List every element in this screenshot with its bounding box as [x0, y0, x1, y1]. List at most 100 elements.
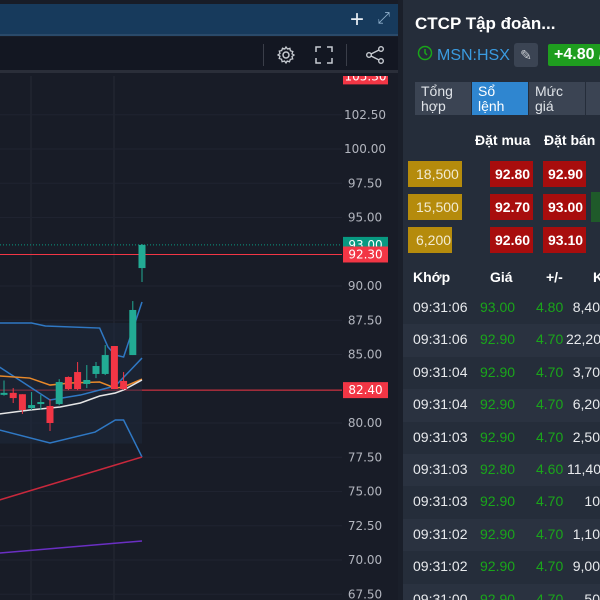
tab-tong-hop[interactable]: Tổng hợp [415, 82, 471, 115]
trade-row: 09:31:03 92.90 4.70 10 [403, 486, 600, 518]
trade-price: 92.90 [480, 428, 516, 445]
price-tick-label: 80.00 [348, 416, 382, 430]
candle-body [9, 392, 17, 399]
trade-time: 09:31:03 [413, 428, 468, 445]
toolbar-divider [263, 44, 264, 66]
trade-change: 4.70 [536, 428, 564, 445]
trade-row: 09:31:06 92.90 4.70 22,20 [403, 324, 600, 357]
pencil-icon: ✎ [520, 46, 532, 63]
candlestick-chart[interactable]: 102.50 100.00 97.50 95.00 90.00 87.50 85.00 80.… [0, 76, 398, 600]
bid-quantity: 6,200 [408, 227, 452, 253]
trade-time: 09:31:04 [413, 363, 468, 380]
trade-change: 4.70 [536, 363, 564, 380]
trade-time: 09:31:04 [413, 396, 468, 413]
col-time: Khớp [413, 269, 451, 285]
tab-muc-gia[interactable]: Mức giá [529, 82, 585, 115]
edit-button[interactable]: ✎ [514, 43, 538, 67]
candle-body [18, 394, 26, 410]
trade-time: 09:31:06 [413, 299, 468, 315]
candle-body [120, 380, 128, 390]
ask-price: 93.00 [543, 194, 586, 220]
trade-time: 09:31:02 [413, 525, 468, 542]
bid-header: Đặt mua [475, 132, 531, 148]
trade-change: 4.80 [536, 299, 564, 315]
tab-more[interactable] [586, 82, 600, 115]
trade-volume: 11,40 [567, 461, 600, 477]
ask-price: 93.10 [543, 227, 586, 253]
symbol-row: MSN:HSX [417, 45, 510, 66]
price-tick-label: 100.00 [344, 142, 386, 156]
candle-body [64, 376, 72, 390]
trade-row: 09:31:03 92.90 4.70 2,50 [403, 422, 600, 454]
trade-time: 09:31:00 [413, 590, 468, 600]
trade-volume: 9,00 [572, 558, 600, 575]
price-label: 92.30 [348, 247, 382, 261]
symbol-label[interactable]: MSN:HSX [437, 47, 510, 65]
price-tick-label: 67.50 [348, 587, 382, 600]
col-price: Giá [490, 269, 513, 285]
candle-body [138, 244, 146, 269]
bid-price: 92.80 [490, 161, 533, 187]
candle-body [55, 382, 63, 404]
candle-body [74, 372, 82, 390]
ma-red-line [0, 456, 143, 501]
panel-tabs: Tổng hợp Sổ lệnh Mức giá [415, 82, 600, 115]
trade-price: 93.00 [480, 299, 516, 315]
price-tick-label: 75.00 [348, 485, 382, 499]
bid-price: 92.60 [490, 227, 533, 253]
trade-row: 09:31:06 93.00 4.80 8,40 [403, 292, 600, 324]
trade-price: 92.90 [480, 396, 516, 413]
price-tick-label: 77.50 [348, 450, 382, 464]
trade-time: 09:31:03 [413, 493, 468, 510]
trade-change: 4.60 [536, 461, 564, 477]
chart-panel: + ⤢ 102.50 100.00 97.50 95.00 90.00 87.50 85.0… [0, 0, 398, 600]
gear-icon[interactable] [274, 43, 298, 67]
trade-volume: 6,20 [572, 396, 600, 413]
trade-volume: 2,50 [572, 428, 600, 445]
candle-body [83, 379, 91, 384]
ma-purple-line [0, 540, 143, 554]
trade-change: 4.70 [536, 396, 564, 413]
candle-body [37, 402, 45, 405]
share-icon[interactable] [363, 43, 387, 67]
orderbook-row[interactable]: 18,500 92.80 92.90 [403, 161, 600, 187]
orderbook-row[interactable]: 6,200 92.60 93.10 [403, 227, 600, 253]
ask-header: Đặt bán [544, 132, 596, 148]
price-tick-label: 95.00 [348, 211, 382, 225]
trade-volume: 22,20 [565, 331, 600, 348]
expand-icon[interactable]: ⤢ [377, 10, 390, 28]
orderbook-row[interactable]: 15,500 92.70 93.00 [403, 192, 600, 222]
price-label: 82.40 [348, 383, 382, 397]
trade-row: 09:31:03 92.80 4.60 11,40 [403, 454, 600, 487]
trade-volume: 1,10 [572, 525, 600, 542]
candle-body [46, 406, 54, 423]
ask-volume-bar [591, 192, 600, 222]
trade-price: 92.90 [480, 590, 516, 600]
trade-time: 09:31:06 [413, 331, 468, 348]
price-tick-label: 72.50 [348, 519, 382, 533]
tab-so-lenh[interactable]: Sổ lệnh [472, 82, 528, 115]
trade-price: 92.90 [480, 331, 516, 348]
candle-body [110, 346, 118, 390]
trade-price: 92.90 [480, 363, 516, 380]
trade-change: 4.70 [536, 525, 564, 542]
price-tick-label: 70.00 [348, 553, 382, 567]
trade-change: 4.70 [536, 590, 564, 600]
trade-volume: 50 [584, 590, 600, 600]
candle-body [92, 366, 100, 374]
candle-body [28, 405, 36, 409]
trade-price: 92.90 [480, 558, 516, 575]
fullscreen-icon[interactable] [312, 43, 336, 67]
clock-icon [417, 45, 433, 66]
trade-time: 09:31:03 [413, 461, 468, 477]
candle-body [101, 355, 109, 374]
col-change: +/- [546, 269, 563, 285]
trade-volume: 3,70 [572, 363, 600, 380]
chart-title-bar: + ⤢ [0, 4, 398, 36]
toolbar-divider [346, 44, 347, 66]
plus-icon[interactable]: + [350, 6, 364, 34]
trade-row: 09:31:00 92.90 4.70 50 [403, 583, 600, 600]
price-tick-label: 87.50 [348, 313, 382, 327]
chart-toolbar [0, 37, 398, 73]
stock-detail-panel: CTCP Tập đoàn... MSN:HSX ✎ +4.80 / Tổng … [403, 0, 600, 600]
